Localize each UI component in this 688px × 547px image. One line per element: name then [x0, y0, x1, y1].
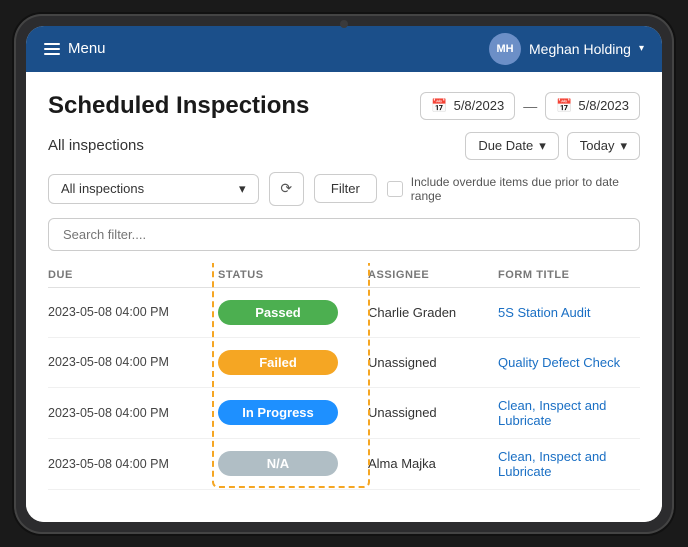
main-content: Scheduled Inspections 📅 5/8/2023 — 📅 5/8… — [26, 72, 662, 522]
filter-button-label: Filter — [331, 181, 360, 196]
overdue-text: Include overdue items due prior to date … — [411, 175, 640, 203]
table-row: 2023-05-08 04:00 PMN/A Alma MajkaClean, I… — [48, 439, 640, 490]
form-title-link[interactable]: Clean, Inspect and Lubricate — [498, 449, 606, 479]
due-date-label: Due Date — [478, 138, 533, 153]
today-select[interactable]: Today ▾ — [567, 132, 640, 160]
filter-button[interactable]: Filter — [314, 174, 377, 203]
calendar-icon-from: 📅 — [431, 98, 447, 114]
inspection-type-select[interactable]: All inspections ▾ — [48, 174, 259, 204]
refresh-icon: ⟳ — [280, 180, 292, 197]
filter-label: All inspections — [48, 137, 144, 154]
inspection-chevron: ▾ — [239, 181, 246, 197]
cell-due: 2023-05-08 04:00 PM — [48, 406, 218, 420]
date-to-value: 5/8/2023 — [578, 98, 629, 113]
overdue-checkbox[interactable] — [387, 181, 403, 197]
form-title-link[interactable]: Quality Defect Check — [498, 355, 620, 370]
date-to-input[interactable]: 📅 5/8/2023 — [545, 92, 640, 120]
table-body: 2023-05-08 04:00 PMPassedCharlie Graden5… — [48, 288, 640, 490]
col-form-title: FORM TITLE — [498, 269, 640, 281]
due-date-select[interactable]: Due Date ▾ — [465, 132, 558, 160]
filter-row: All inspections Due Date ▾ Today ▾ — [48, 132, 640, 160]
status-badge: Passed — [218, 300, 338, 325]
form-title-link[interactable]: Clean, Inspect and Lubricate — [498, 398, 606, 428]
cell-status: Failed — [218, 350, 368, 375]
refresh-button[interactable]: ⟳ — [269, 172, 304, 206]
action-row: All inspections ▾ ⟳ Filter Include overd… — [48, 172, 640, 206]
table-row: 2023-05-08 04:00 PMFailed UnassignedQuali… — [48, 338, 640, 388]
cell-status: N/A — [218, 451, 368, 476]
chevron-down-icon: ▾ — [639, 43, 644, 54]
search-input[interactable] — [48, 218, 640, 251]
header-row: Scheduled Inspections 📅 5/8/2023 — 📅 5/8… — [48, 92, 640, 120]
cell-assignee: Charlie Graden — [368, 305, 498, 320]
cell-form-title[interactable]: Clean, Inspect and Lubricate — [498, 398, 640, 428]
filter-selects: Due Date ▾ Today ▾ — [465, 132, 640, 160]
date-from-value: 5/8/2023 — [454, 98, 505, 113]
cell-status: Passed — [218, 300, 368, 325]
col-assignee: ASSIGNEE — [368, 269, 498, 281]
cell-form-title[interactable]: Quality Defect Check — [498, 355, 640, 370]
date-range: 📅 5/8/2023 — 📅 5/8/2023 — [420, 92, 640, 120]
status-badge: In Progress — [218, 400, 338, 425]
menu-label: Menu — [68, 40, 106, 57]
nav-bar: Menu MH Meghan Holding ▾ — [26, 26, 662, 72]
table-header: DUE STATUS ASSIGNEE FORM TITLE — [48, 263, 640, 288]
cell-assignee: Unassigned — [368, 405, 498, 420]
date-from-input[interactable]: 📅 5/8/2023 — [420, 92, 515, 120]
cell-status: In Progress — [218, 400, 368, 425]
form-title-link[interactable]: 5S Station Audit — [498, 305, 591, 320]
cell-form-title[interactable]: Clean, Inspect and Lubricate — [498, 449, 640, 479]
calendar-icon-to: 📅 — [556, 98, 572, 114]
today-label: Today — [580, 138, 615, 153]
menu-button[interactable]: Menu — [44, 40, 106, 57]
due-date-chevron: ▾ — [539, 138, 546, 154]
status-badge: Failed — [218, 350, 338, 375]
avatar: MH — [489, 33, 521, 65]
date-separator: — — [523, 98, 537, 114]
page-title: Scheduled Inspections — [48, 92, 309, 120]
col-due: DUE — [48, 269, 218, 281]
table-container: DUE STATUS ASSIGNEE FORM TITLE 2023-05-0… — [48, 263, 640, 510]
user-menu[interactable]: MH Meghan Holding ▾ — [489, 33, 644, 65]
user-name: Meghan Holding — [529, 41, 631, 57]
cell-assignee: Unassigned — [368, 355, 498, 370]
today-chevron: ▾ — [620, 138, 627, 154]
cell-due: 2023-05-08 04:00 PM — [48, 457, 218, 471]
overdue-option[interactable]: Include overdue items due prior to date … — [387, 175, 640, 203]
cell-due: 2023-05-08 04:00 PM — [48, 355, 218, 369]
table-row: 2023-05-08 04:00 PMPassed Charlie Graden5… — [48, 288, 640, 338]
table-row: 2023-05-08 04:00 PMIn Progress Unassigned… — [48, 388, 640, 439]
col-status: STATUS — [218, 269, 368, 281]
cell-form-title[interactable]: 5S Station Audit — [498, 305, 640, 320]
inspection-select-label: All inspections — [61, 181, 144, 196]
cell-due: 2023-05-08 04:00 PM — [48, 305, 218, 319]
hamburger-icon — [44, 43, 60, 55]
status-badge: N/A — [218, 451, 338, 476]
cell-assignee: Alma Majka — [368, 456, 498, 471]
